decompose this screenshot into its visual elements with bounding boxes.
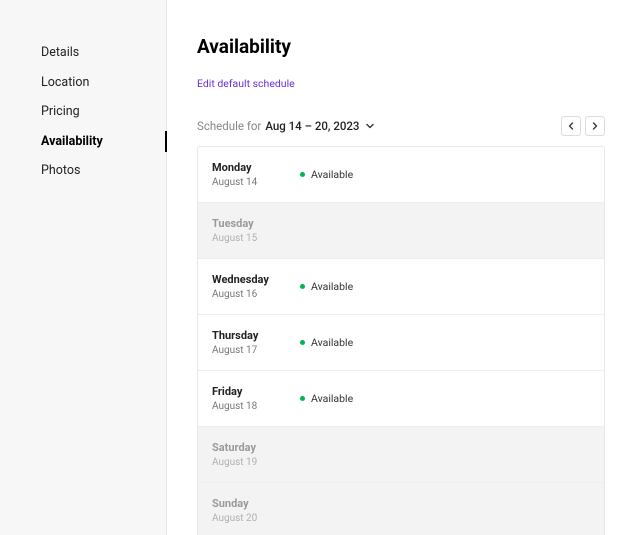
- page-title: Availability: [197, 35, 605, 58]
- date-range-selector[interactable]: Schedule for Aug 14 – 20, 2023: [197, 119, 375, 133]
- day-name: Tuesday: [212, 217, 280, 230]
- status-dot-icon: [300, 340, 305, 345]
- status-text: Available: [311, 392, 353, 405]
- status-badge: Available: [300, 336, 353, 349]
- next-week-button[interactable]: [585, 116, 605, 136]
- day-row-wednesday[interactable]: Wednesday August 16 Available: [198, 259, 604, 315]
- day-date: August 20: [212, 513, 280, 524]
- day-row-saturday[interactable]: Saturday August 19: [198, 427, 604, 483]
- nav-item-availability[interactable]: Availability: [0, 127, 166, 157]
- main-content: Availability Edit default schedule Sched…: [167, 0, 635, 535]
- day-info: Friday August 18: [212, 385, 280, 412]
- status-badge: Available: [300, 392, 353, 405]
- day-row-tuesday[interactable]: Tuesday August 15: [198, 203, 604, 259]
- day-date: August 17: [212, 345, 280, 356]
- nav-item-photos[interactable]: Photos: [0, 156, 166, 186]
- chevron-right-icon: [591, 122, 599, 130]
- status-text: Available: [311, 168, 353, 181]
- day-row-monday[interactable]: Monday August 14 Available: [198, 147, 604, 203]
- day-name: Sunday: [212, 497, 280, 510]
- week-pager: [561, 116, 605, 136]
- week-list: Monday August 14 Available Tuesday Augus…: [197, 146, 605, 535]
- status-badge: Available: [300, 168, 353, 181]
- day-row-sunday[interactable]: Sunday August 20: [198, 483, 604, 535]
- day-date: August 19: [212, 457, 280, 468]
- schedule-header: Schedule for Aug 14 – 20, 2023: [197, 116, 605, 136]
- edit-default-schedule-link[interactable]: Edit default schedule: [197, 77, 295, 90]
- chevron-down-icon: [365, 121, 375, 131]
- day-name: Friday: [212, 385, 280, 398]
- day-info: Wednesday August 16: [212, 273, 280, 300]
- nav-item-pricing[interactable]: Pricing: [0, 97, 166, 127]
- schedule-for-label: Schedule for: [197, 119, 261, 133]
- nav-item-details[interactable]: Details: [0, 38, 166, 68]
- status-dot-icon: [300, 172, 305, 177]
- day-date: August 14: [212, 177, 280, 188]
- day-name: Wednesday: [212, 273, 280, 286]
- day-info: Saturday August 19: [212, 441, 280, 468]
- day-name: Saturday: [212, 441, 280, 454]
- day-row-thursday[interactable]: Thursday August 17 Available: [198, 315, 604, 371]
- day-info: Thursday August 17: [212, 329, 280, 356]
- day-info: Sunday August 20: [212, 497, 280, 524]
- day-date: August 15: [212, 233, 280, 244]
- prev-week-button[interactable]: [561, 116, 581, 136]
- date-range-text: Aug 14 – 20, 2023: [265, 119, 359, 133]
- day-info: Tuesday August 15: [212, 217, 280, 244]
- status-text: Available: [311, 280, 353, 293]
- day-row-friday[interactable]: Friday August 18 Available: [198, 371, 604, 427]
- status-text: Available: [311, 336, 353, 349]
- day-info: Monday August 14: [212, 161, 280, 188]
- day-name: Thursday: [212, 329, 280, 342]
- status-badge: Available: [300, 280, 353, 293]
- chevron-left-icon: [567, 122, 575, 130]
- status-dot-icon: [300, 284, 305, 289]
- day-date: August 16: [212, 289, 280, 300]
- status-dot-icon: [300, 396, 305, 401]
- sidebar-nav: Details Location Pricing Availability Ph…: [0, 0, 167, 535]
- day-date: August 18: [212, 401, 280, 412]
- day-name: Monday: [212, 161, 280, 174]
- nav-item-location[interactable]: Location: [0, 68, 166, 98]
